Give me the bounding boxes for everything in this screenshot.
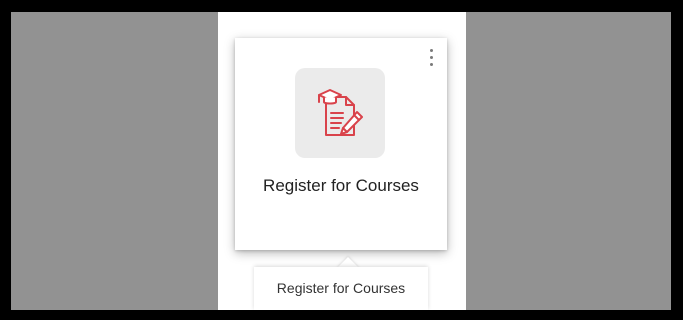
- course-registration-icon: [318, 89, 363, 136]
- tile-icon-container: [295, 68, 385, 158]
- tooltip-text: Register for Courses: [276, 280, 406, 296]
- register-courses-tile[interactable]: Register for Courses: [235, 38, 447, 250]
- tile-title: Register for Courses: [263, 176, 419, 195]
- page-backdrop: Register for Courses Register for Course…: [11, 12, 671, 310]
- tile-panel: Register for Courses Register for Course…: [218, 12, 466, 310]
- more-vertical-icon: [429, 48, 433, 52]
- more-options-button[interactable]: [423, 44, 439, 70]
- tooltip: Register for Courses: [254, 267, 428, 310]
- screenshot-frame: Register for Courses Register for Course…: [0, 0, 683, 320]
